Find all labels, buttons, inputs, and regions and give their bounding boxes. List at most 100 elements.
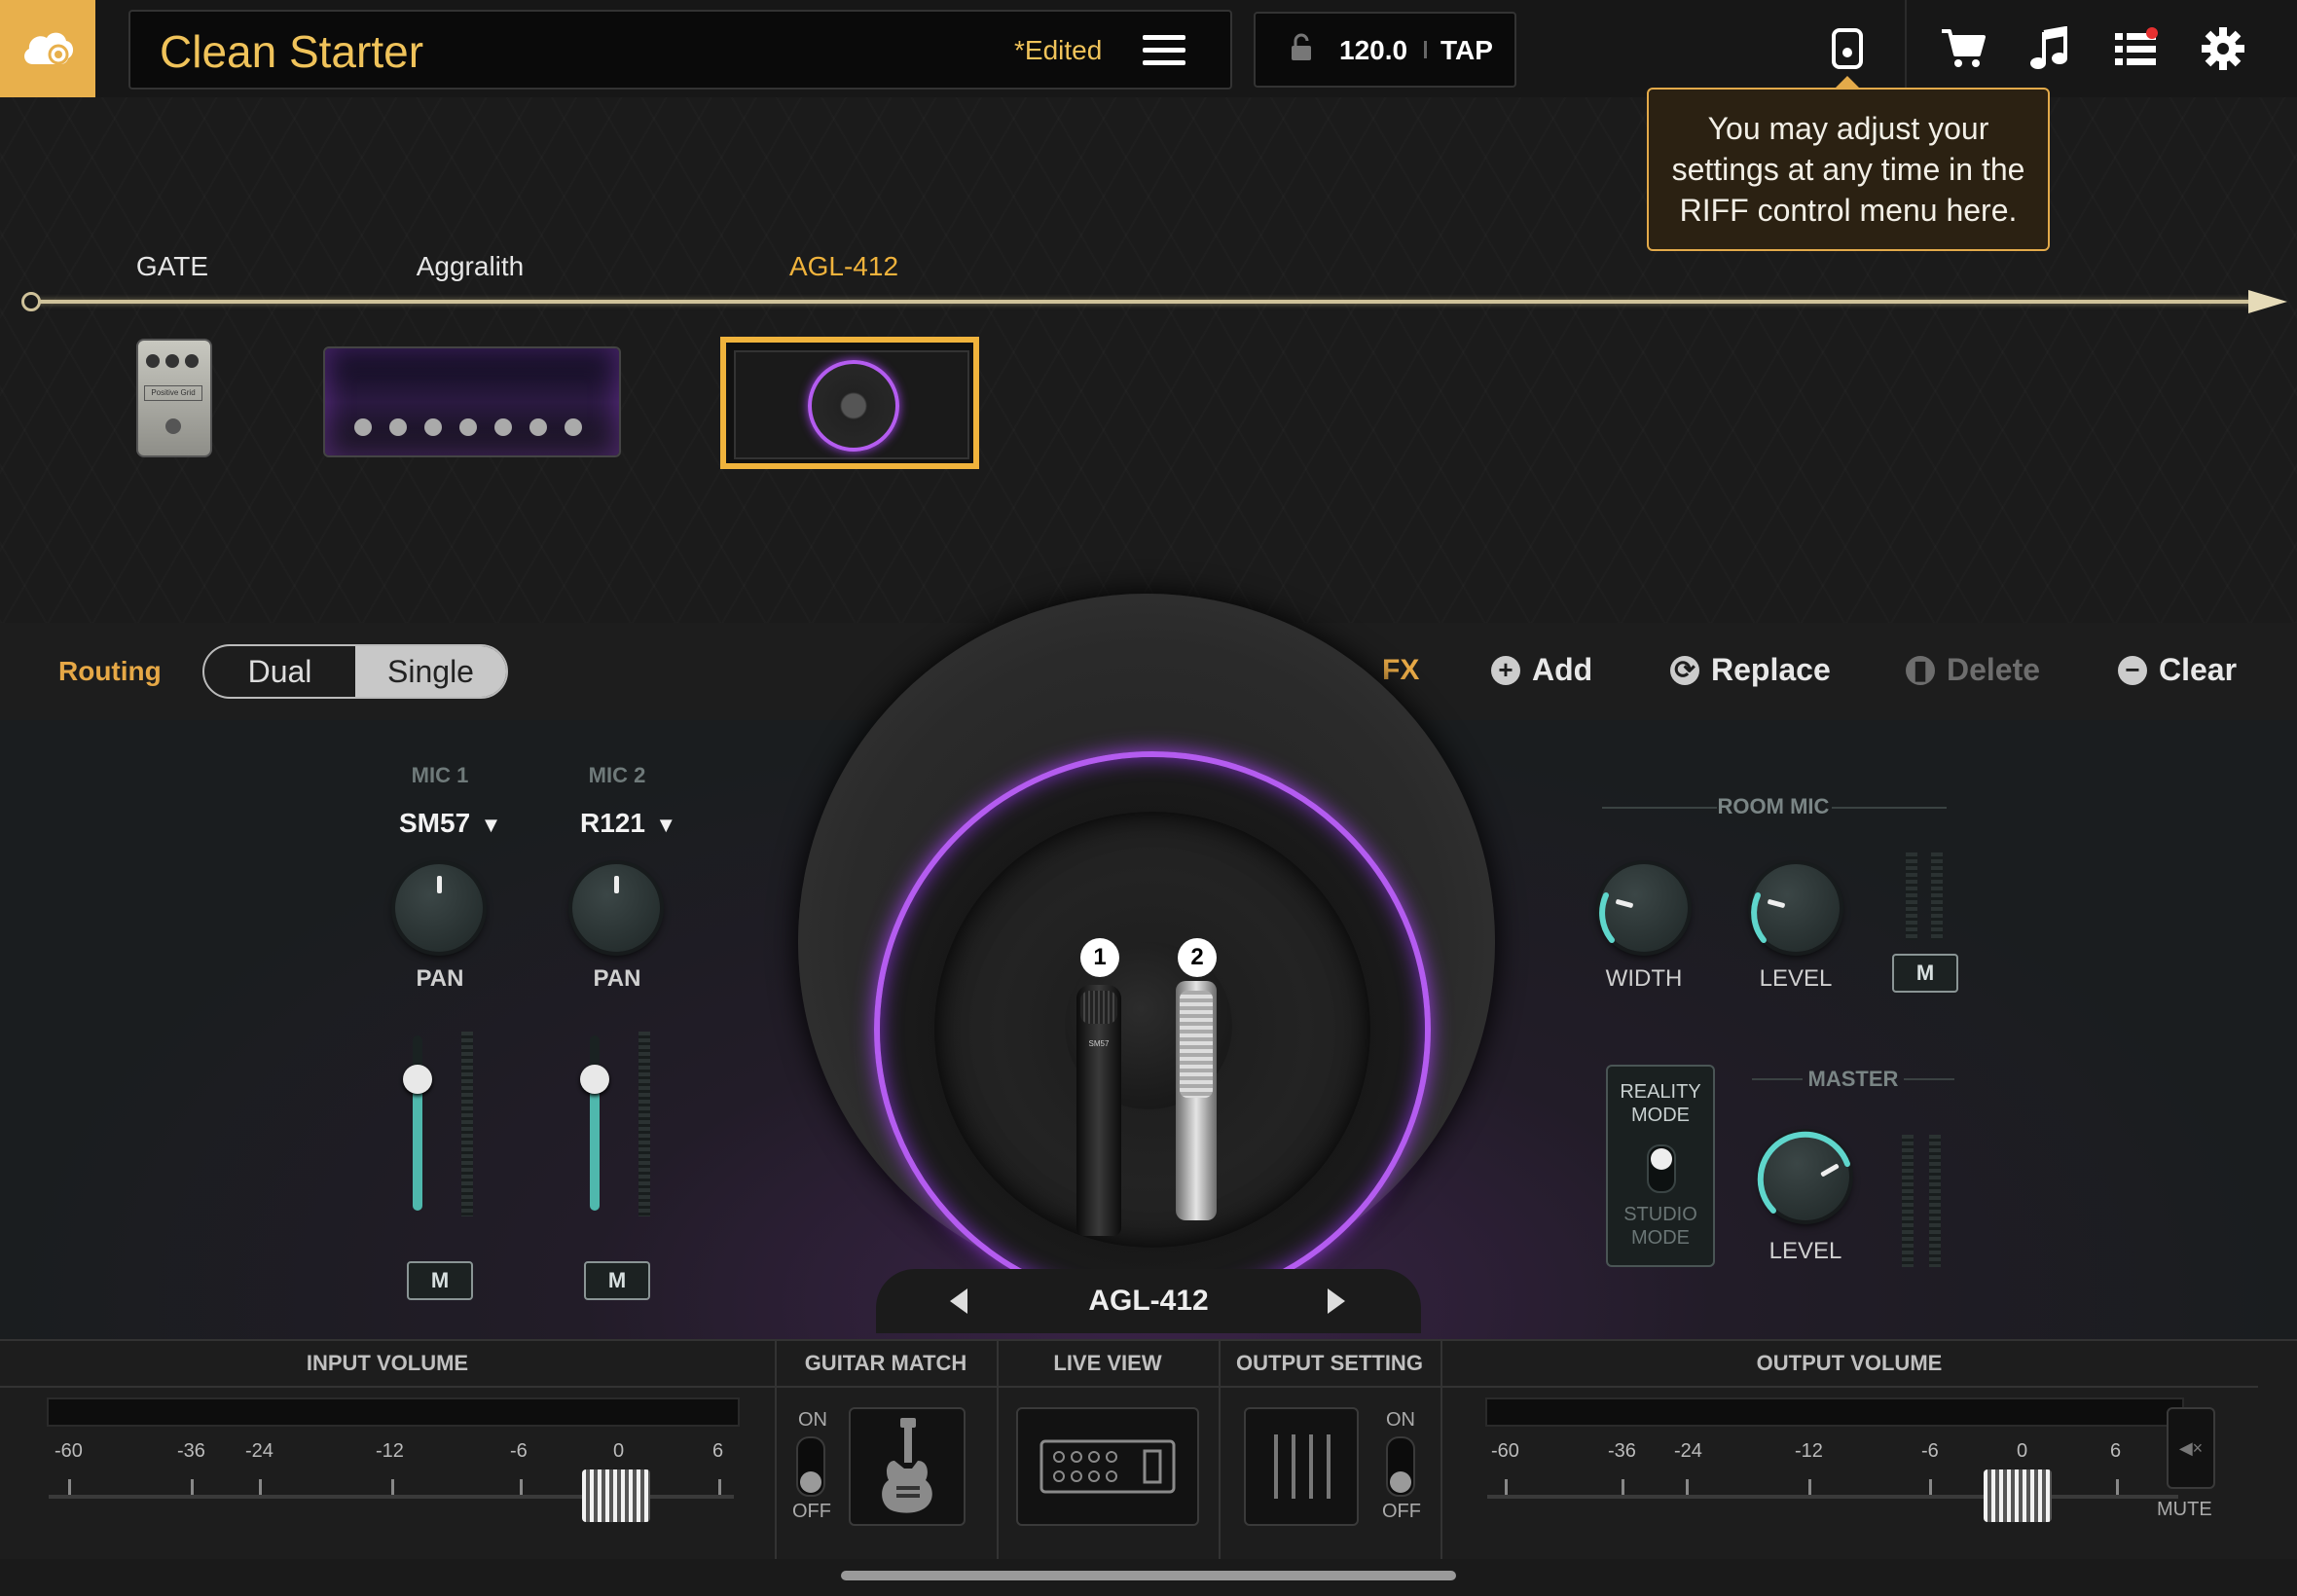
mic2-fader-thumb[interactable] (580, 1065, 609, 1094)
cab-name[interactable]: AGL-412 (1088, 1285, 1208, 1318)
output-volume-slider[interactable] (1487, 1495, 2178, 1499)
delete-label: Delete (1947, 652, 2041, 687)
live-view-title: LIVE VIEW (997, 1341, 1219, 1388)
output-setting-toggle[interactable] (1386, 1436, 1415, 1497)
mic1-body-label: SM57 (1088, 1039, 1110, 1048)
preset-selector[interactable]: Clean Starter *Edited (128, 10, 1232, 90)
tick (1505, 1479, 1508, 1495)
settings-button[interactable] (2192, 18, 2254, 80)
routing-toggle[interactable]: Dual Single (202, 644, 508, 699)
music-button[interactable] (2019, 18, 2081, 80)
preset-list-button[interactable] (2105, 18, 2168, 80)
mic1-pan-label: PAN (416, 965, 464, 992)
mic2-mute-button[interactable]: M (584, 1261, 650, 1300)
mic1-draggable[interactable]: SM57 (1076, 985, 1121, 1236)
tempo-control[interactable]: 120.0 TAP (1254, 12, 1516, 88)
live-view-button[interactable] (1016, 1407, 1199, 1526)
delete-button[interactable]: ▮ Delete (1906, 652, 2040, 688)
mic1-mute-button[interactable]: M (407, 1261, 473, 1300)
cab-module-selected[interactable] (720, 337, 979, 469)
tap-tempo-button[interactable]: TAP (1440, 35, 1493, 66)
output-setting-button[interactable] (1244, 1407, 1359, 1526)
room-mic-title: ROOM MIC (1717, 794, 1830, 818)
room-mic-rule-left (1602, 807, 1717, 809)
fx-label: FX (1382, 654, 1420, 686)
prev-cab-icon[interactable] (950, 1288, 967, 1314)
mic1-position-badge[interactable]: 1 (1080, 938, 1119, 977)
tick (1808, 1479, 1811, 1495)
mic2-level-meter (638, 1032, 650, 1216)
preset-menu-button[interactable] (1141, 31, 1187, 68)
tick (391, 1479, 394, 1495)
guitar-match-on-label: ON (798, 1409, 827, 1431)
tick-label: -60 (1491, 1440, 1519, 1462)
mic1-title: MIC 1 (411, 763, 469, 787)
lock-icon[interactable] (1289, 33, 1314, 67)
mic1-fader-thumb[interactable] (403, 1065, 432, 1094)
clear-button[interactable]: − Clear (2118, 652, 2237, 688)
speaker-thumbnail-icon (808, 360, 899, 452)
mic1-level-fader[interactable] (413, 1035, 422, 1211)
mic1-level-meter (461, 1032, 473, 1216)
routing-single-option[interactable]: Single (355, 646, 506, 697)
plus-circle-icon: + (1491, 655, 1520, 685)
add-button[interactable]: + Add (1491, 652, 1592, 688)
input-volume-thumb[interactable] (582, 1469, 650, 1522)
mic1-pan-knob[interactable] (395, 864, 483, 952)
list-icon (2115, 27, 2158, 65)
gate-pedal[interactable]: Positive Grid (136, 339, 212, 457)
footswitch-icon (165, 418, 181, 434)
shop-button[interactable] (1932, 18, 1994, 80)
mute-label: MUTE (2157, 1499, 2212, 1520)
next-cab-icon[interactable] (1328, 1288, 1345, 1314)
reality-mode-switch[interactable]: REALITY MODE STUDIO MODE (1606, 1065, 1715, 1267)
guitar-match-button[interactable] (849, 1407, 966, 1526)
hamburger-icon (1143, 35, 1185, 65)
room-mute-button[interactable]: M (1892, 954, 1958, 993)
routing-dual-option[interactable]: Dual (204, 646, 355, 697)
tonecloud-button[interactable] (0, 0, 95, 97)
amp-knobs (345, 417, 598, 440)
mic2-position-badge[interactable]: 2 (1178, 938, 1217, 977)
master-rule-right (1904, 1078, 1954, 1080)
guitar-match-section: GUITAR MATCH ON OFF (775, 1341, 999, 1561)
output-volume-thumb[interactable] (1984, 1469, 2052, 1522)
reality-toggle[interactable] (1647, 1144, 1676, 1193)
room-mic-rule-right (1832, 807, 1947, 809)
home-indicator[interactable] (841, 1571, 1456, 1580)
mic2-level-fader[interactable] (590, 1035, 600, 1211)
room-level-knob[interactable] (1751, 864, 1840, 952)
output-setting-section: OUTPUT SETTING ON OFF (1219, 1341, 1442, 1561)
chain-label-gate: GATE (135, 251, 209, 281)
master-level-knob[interactable] (1757, 1131, 1850, 1220)
tick (2116, 1479, 2119, 1495)
cab-thumbnail (734, 350, 969, 459)
master-title: MASTER (1807, 1067, 1899, 1091)
guitar-icon (882, 1418, 932, 1513)
tempo-value[interactable]: 120.0 (1339, 35, 1407, 66)
mic2-draggable[interactable] (1176, 981, 1217, 1220)
mute-button[interactable]: ◀× (2167, 1407, 2215, 1489)
guitar-match-toggle[interactable] (796, 1436, 825, 1497)
room-width-knob[interactable] (1599, 864, 1688, 952)
master-arc (1757, 1131, 1850, 1214)
mic2-model-select[interactable]: R121 ▼ (580, 808, 687, 839)
output-setting-off-label: OFF (1382, 1501, 1421, 1522)
mic2-pan-knob[interactable] (572, 864, 660, 952)
live-view-section: LIVE VIEW (997, 1341, 1221, 1561)
tick (1686, 1479, 1689, 1495)
gear-icon (2202, 27, 2244, 70)
device-button[interactable] (1816, 18, 1878, 80)
replace-icon: ⟳ (1670, 655, 1699, 685)
notification-dot-icon (2146, 27, 2158, 39)
mic1-model-select[interactable]: SM57 ▼ (399, 808, 506, 839)
tick (1622, 1479, 1624, 1495)
signal-line (29, 300, 2268, 304)
clear-label: Clear (2159, 652, 2238, 687)
trash-icon: ▮ (1906, 655, 1935, 685)
amp-module[interactable] (323, 346, 621, 457)
output-level-meter (1485, 1397, 2184, 1427)
replace-button[interactable]: ⟳ Replace (1670, 652, 1831, 688)
cart-icon (1942, 29, 1986, 67)
output-setting-on-label: ON (1386, 1409, 1415, 1431)
